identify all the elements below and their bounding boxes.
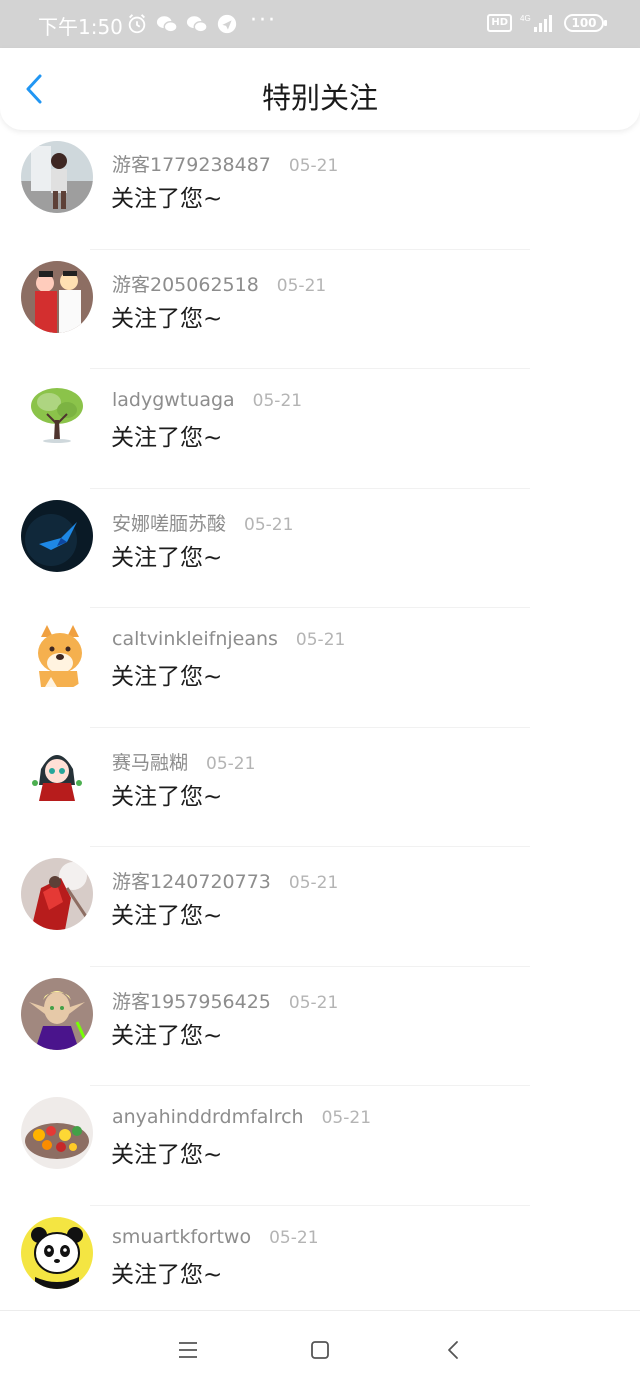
avatar[interactable] <box>21 738 93 811</box>
avatar[interactable] <box>21 619 93 691</box>
date-label: 05-21 <box>288 992 339 1013</box>
item-header: 赛马融糊 05-21 <box>112 748 255 775</box>
avatar[interactable] <box>21 499 93 572</box>
avatar[interactable] <box>21 260 93 333</box>
avatar[interactable] <box>21 1097 93 1169</box>
list-item[interactable]: 游客1240720773 05-21 关注了您~ <box>0 847 640 967</box>
avatar-food-icon <box>21 1097 93 1169</box>
username[interactable]: caltvinkleifnjeans <box>112 628 278 650</box>
network-type-label: 4G <box>520 14 531 23</box>
item-header: smuartkfortwo 05-21 <box>112 1226 319 1248</box>
avatar-tree-icon <box>21 380 93 452</box>
date-label: 05-21 <box>288 873 339 893</box>
avatar[interactable] <box>21 858 93 930</box>
username[interactable]: 安娜嗟腼苏酸 <box>112 509 226 536</box>
avatar-panda-icon <box>21 1216 93 1289</box>
app-notify-icon <box>217 14 237 34</box>
list-item[interactable]: smuartkfortwo 05-21 关注了您~ <box>0 1206 640 1326</box>
username[interactable]: anyahinddrdmfalrch <box>112 1106 304 1128</box>
list-item[interactable]: 游客1957956425 05-21 关注了您~ <box>0 967 640 1086</box>
top-app-bar: 特别关注 <box>0 48 640 130</box>
date-label: 05-21 <box>295 630 346 650</box>
home-icon[interactable] <box>303 1333 337 1367</box>
more-notifications-dots: ··· <box>250 8 277 33</box>
battery-icon: 100 <box>564 14 607 32</box>
list-item[interactable]: caltvinkleifnjeans 05-21 关注了您~ <box>0 608 640 728</box>
list-item[interactable]: 游客1779238487 05-21 关注了您~ <box>0 130 640 250</box>
item-header: 游客205062518 05-21 <box>112 270 326 297</box>
avatar-couple-photo-icon <box>21 260 93 333</box>
avatar-photo-street-icon <box>21 141 93 213</box>
message-text: 关注了您~ <box>111 783 223 810</box>
item-header: ladygwtuaga 05-21 <box>112 389 302 411</box>
item-header: 游客1240720773 05-21 <box>112 867 338 894</box>
username[interactable]: smuartkfortwo <box>112 1226 251 1248</box>
list-item[interactable]: anyahinddrdmfalrch 05-21 关注了您~ <box>0 1086 640 1206</box>
alarm-icon <box>128 14 146 34</box>
message-text: 关注了您~ <box>111 1261 223 1288</box>
menu-icon[interactable] <box>171 1333 205 1367</box>
wechat-icon <box>156 16 178 33</box>
item-header: 游客1779238487 05-21 <box>112 150 338 177</box>
avatar-doge-icon <box>21 619 93 691</box>
message-text: 关注了您~ <box>111 186 223 212</box>
wechat-icon <box>186 16 208 33</box>
status-notification-icons <box>126 13 238 35</box>
message-text: 关注了您~ <box>111 903 223 929</box>
username[interactable]: ladygwtuaga <box>112 389 235 411</box>
item-header: 安娜嗟腼苏酸 05-21 <box>112 509 293 536</box>
item-header: anyahinddrdmfalrch 05-21 <box>112 1106 371 1128</box>
status-system-icons: HD 4G 100 <box>487 13 607 33</box>
date-label: 05-21 <box>321 1108 372 1128</box>
date-label: 05-21 <box>252 391 303 411</box>
list-item[interactable]: ladygwtuaga 05-21 关注了您~ <box>0 369 640 489</box>
back-icon[interactable] <box>437 1333 471 1367</box>
username[interactable]: 赛马融糊 <box>112 748 188 775</box>
follower-list: 游客1779238487 05-21 关注了您~ 游客205062518 05-… <box>0 130 640 1325</box>
avatar-paper-crane-icon <box>21 499 93 572</box>
item-header: caltvinkleifnjeans 05-21 <box>112 628 345 650</box>
item-header: 游客1957956425 05-21 <box>112 987 338 1014</box>
list-item[interactable]: 游客205062518 05-21 关注了您~ <box>0 250 640 369</box>
message-text: 关注了您~ <box>111 1142 223 1168</box>
date-label: 05-21 <box>206 753 256 774</box>
username[interactable]: 游客205062518 <box>112 270 259 297</box>
avatar-warrior-art-icon <box>21 858 93 930</box>
avatar-elf-character-icon <box>21 977 93 1050</box>
list-item[interactable]: 安娜嗟腼苏酸 05-21 关注了您~ <box>0 489 640 608</box>
message-text: 关注了您~ <box>111 305 223 332</box>
username[interactable]: 游客1779238487 <box>112 150 271 177</box>
avatar[interactable] <box>21 141 93 213</box>
message-text: 关注了您~ <box>111 425 223 451</box>
signal-icon: 4G <box>520 14 552 32</box>
message-text: 关注了您~ <box>111 544 223 571</box>
list-item[interactable]: 赛马融糊 05-21 关注了您~ <box>0 728 640 847</box>
message-text: 关注了您~ <box>111 1022 223 1049</box>
username[interactable]: 游客1240720773 <box>112 867 271 894</box>
avatar[interactable] <box>21 380 93 452</box>
date-label: 05-21 <box>288 156 339 176</box>
avatar-anime-girl-icon <box>21 738 93 811</box>
hd-icon: HD <box>487 14 512 32</box>
date-label: 05-21 <box>276 275 327 296</box>
message-text: 关注了您~ <box>111 664 223 690</box>
avatar[interactable] <box>21 977 93 1050</box>
status-time: 下午1:50 <box>38 15 123 39</box>
username[interactable]: 游客1957956425 <box>112 987 271 1014</box>
avatar[interactable] <box>21 1216 93 1289</box>
status-bar: 下午1:50 ··· HD 4G 100 <box>0 0 640 48</box>
date-label: 05-21 <box>269 1227 319 1248</box>
date-label: 05-21 <box>244 514 294 535</box>
system-nav-bar <box>0 1310 640 1387</box>
page-title: 特别关注 <box>261 81 378 115</box>
